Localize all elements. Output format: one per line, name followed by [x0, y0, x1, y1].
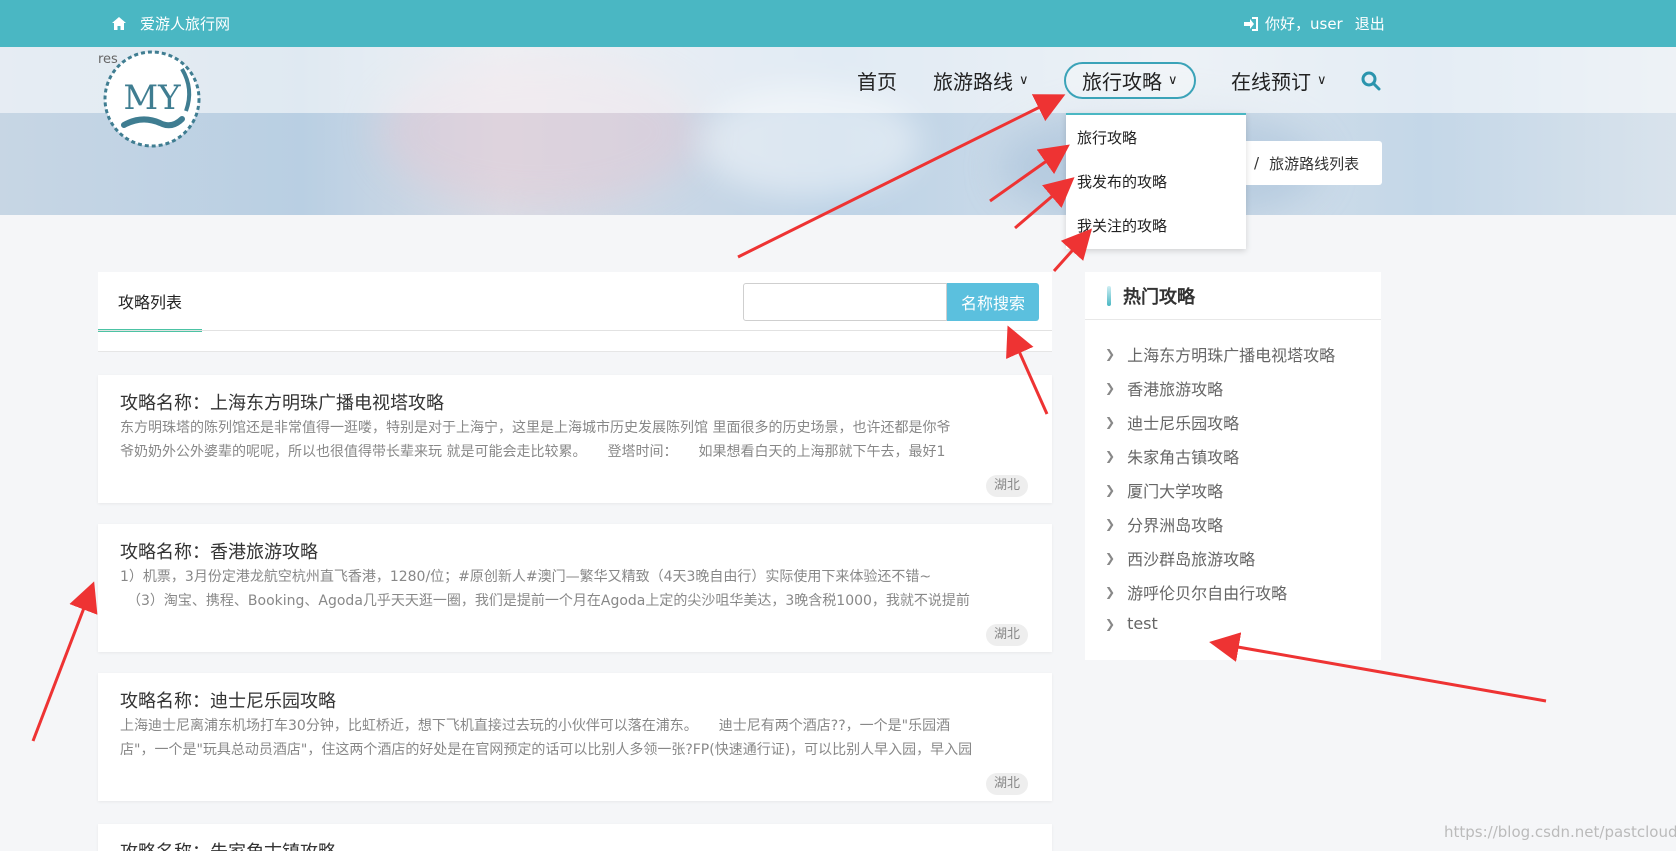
article-card[interactable]: 攻略名称：香港旅游攻略 1）机票，3月份定港龙航空杭州直飞香港，1280/位；#… — [98, 524, 1052, 652]
user-area: 你好，user 退出 — [1244, 13, 1385, 34]
site-name: 爱游人旅行网 — [140, 15, 231, 33]
article-card[interactable]: 攻略名称：上海东方明珠广播电视塔攻略 东方明珠塔的陈列馆还是非常值得一逛喽，特别… — [98, 375, 1052, 503]
article-title[interactable]: 攻略名称：上海东方明珠广播电视塔攻略 — [120, 389, 444, 415]
search-icon[interactable] — [1361, 71, 1381, 91]
search-button[interactable]: 名称搜索 — [947, 283, 1039, 321]
hot-guides-panel: 热门攻略 ❯ 上海东方明珠广播电视塔攻略 ❯ 香港旅游攻略 ❯ 迪士尼乐园攻略 ❯ 朱家… — [1085, 272, 1381, 660]
article-title[interactable]: 攻略名称：迪士尼乐园攻略 — [120, 687, 336, 713]
hot-guide-item[interactable]: ❯ 上海东方明珠广播电视塔攻略 — [1105, 342, 1335, 366]
home-icon — [112, 17, 126, 30]
article-excerpt: 1）机票，3月份定港龙航空杭州直飞香港，1280/位；#原创新人#澳门—繁华又精… — [120, 569, 970, 609]
logout-link[interactable]: 退出 — [1355, 13, 1385, 34]
chevron-down-icon: ∨ — [1168, 73, 1178, 88]
sign-in-icon — [1244, 16, 1258, 31]
article-card[interactable]: 攻略名称：迪士尼乐园攻略 上海迪士尼离浦东机场打车30分钟，比虹桥近，想下飞机直… — [98, 673, 1052, 801]
nav-booking[interactable]: 在线预订 ∨ — [1231, 62, 1327, 99]
breadcrumb-separator: / — [1254, 154, 1260, 172]
chevron-down-icon: ∨ — [1317, 73, 1327, 88]
user-greeting[interactable]: 你好，user — [1265, 13, 1343, 34]
chevron-right-icon: ❯ — [1105, 449, 1116, 463]
hot-guide-item[interactable]: ❯ 香港旅游攻略 — [1105, 376, 1223, 400]
article-excerpt: 东方明珠塔的陈列馆还是非常值得一逛喽，特别是对于上海宁，这里是上海城市历史发展陈… — [120, 420, 951, 460]
article-card[interactable]: 攻略名称：朱家角古镇攻略 — [98, 824, 1052, 851]
breadcrumb: / 旅游路线列表 — [1228, 141, 1382, 185]
hot-guide-item[interactable]: ❯ 厦门大学攻略 — [1105, 478, 1223, 502]
dropdown-item-guides[interactable]: 旅行攻略 — [1077, 127, 1137, 148]
article-excerpt: 上海迪士尼离浦东机场打车30分钟，比虹桥近，想下飞机直接过去玩的小伙伴可以落在浦… — [120, 718, 973, 758]
watermark: https://blog.csdn.net/pastclouds — [1444, 823, 1676, 841]
article-title[interactable]: 攻略名称：朱家角古镇攻略 — [120, 838, 336, 851]
article-title[interactable]: 攻略名称：香港旅游攻略 — [120, 538, 318, 564]
top-bar: 爱游人旅行网 你好，user 退出 — [0, 0, 1676, 47]
article-tag: 湖北 — [986, 624, 1029, 646]
list-header: 攻略列表 名称搜索 — [98, 272, 1052, 352]
chevron-right-icon: ❯ — [1105, 483, 1116, 497]
chevron-right-icon: ❯ — [1105, 585, 1116, 599]
chevron-right-icon: ❯ — [1105, 415, 1116, 429]
hot-guide-item[interactable]: ❯ 西沙群岛旅游攻略 — [1105, 546, 1255, 570]
article-tag: 湖北 — [986, 773, 1029, 795]
chevron-down-icon: ∨ — [1019, 73, 1029, 88]
breadcrumb-current: 旅游路线列表 — [1269, 154, 1360, 173]
nav-routes[interactable]: 旅游路线 ∨ — [933, 62, 1029, 99]
hot-guide-item[interactable]: ❯ 朱家角古镇攻略 — [1105, 444, 1239, 468]
hot-guide-item[interactable]: ❯ 游呼伦贝尔自由行攻略 — [1105, 580, 1287, 604]
tab-guide-list[interactable]: 攻略列表 — [98, 272, 202, 332]
hot-guides-header: 热门攻略 — [1085, 272, 1381, 320]
site-logo[interactable]: MY — [102, 49, 202, 149]
chevron-right-icon: ❯ — [1105, 616, 1116, 631]
chevron-right-icon: ❯ — [1105, 381, 1116, 395]
banner — [0, 47, 1676, 215]
logo-text: MY — [123, 78, 181, 118]
hot-guide-item[interactable]: ❯ 分界洲岛攻略 — [1105, 512, 1223, 536]
nav-guides[interactable]: 旅行攻略 ∨ — [1064, 62, 1196, 99]
home-link[interactable]: 爱游人旅行网 — [112, 13, 230, 34]
chevron-right-icon: ❯ — [1105, 551, 1116, 565]
article-tag: 湖北 — [986, 475, 1029, 497]
nav-home[interactable]: 首页 — [857, 62, 897, 99]
chevron-right-icon: ❯ — [1105, 517, 1116, 531]
hot-guide-item[interactable]: ❯ test — [1105, 614, 1158, 633]
guides-dropdown-menu: 旅行攻略 我发布的攻略 我关注的攻略 — [1066, 113, 1246, 249]
dropdown-item-my-followed[interactable]: 我关注的攻略 — [1077, 215, 1167, 236]
search-input[interactable] — [743, 283, 947, 321]
chevron-right-icon: ❯ — [1105, 347, 1116, 361]
hot-guide-item[interactable]: ❯ 迪士尼乐园攻略 — [1105, 410, 1239, 434]
dropdown-item-my-published[interactable]: 我发布的攻略 — [1077, 171, 1167, 192]
